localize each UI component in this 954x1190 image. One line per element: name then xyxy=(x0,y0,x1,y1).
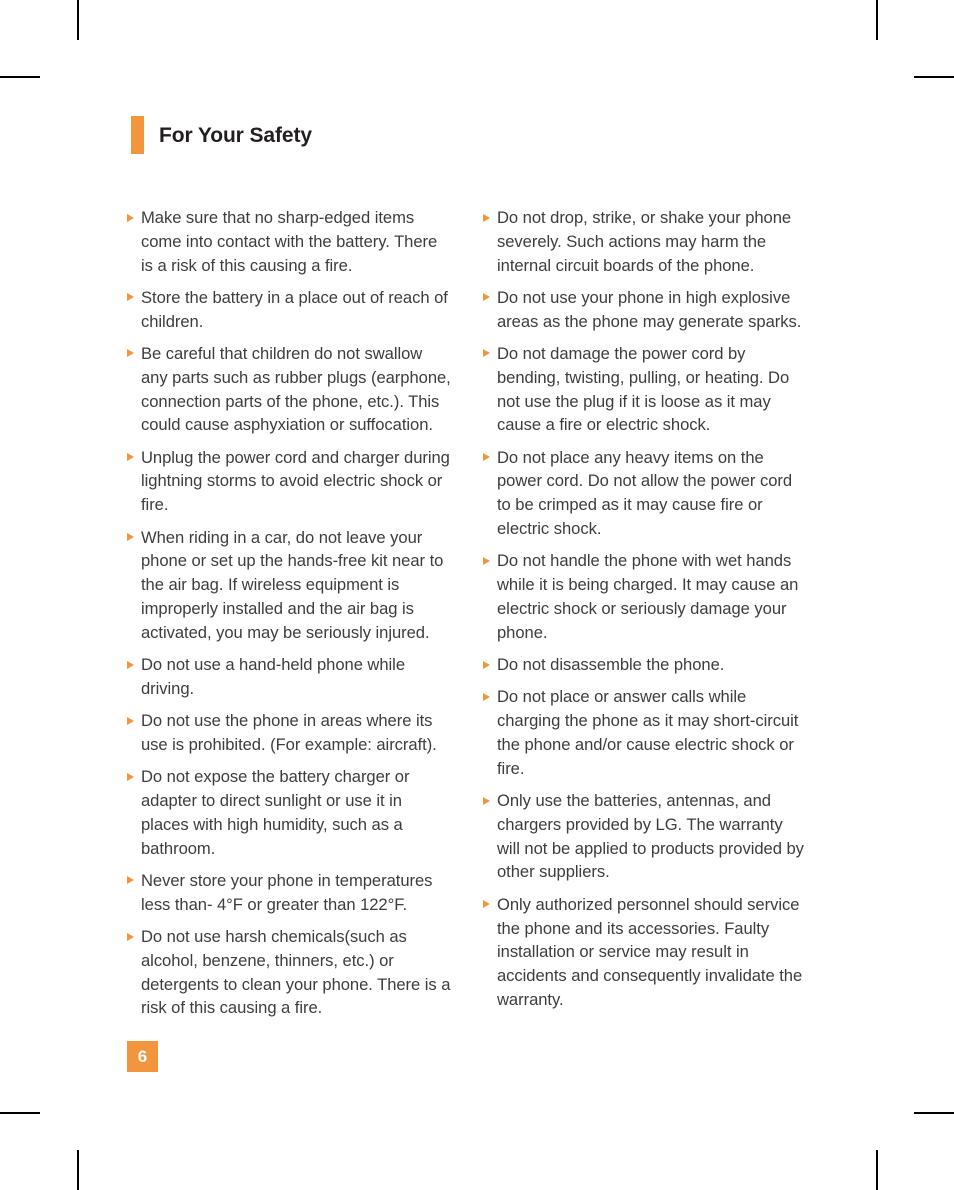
triangle-bullet-icon xyxy=(127,660,134,669)
safety-bullet-item: When riding in a car, do not leave your … xyxy=(127,526,453,645)
safety-bullet-item: Do not handle the phone with wet hands w… xyxy=(483,549,809,644)
safety-bullet-item: Do not drop, strike, or shake your phone… xyxy=(483,206,809,277)
triangle-bullet-icon xyxy=(127,349,134,358)
section-heading: For Your Safety xyxy=(131,112,312,158)
safety-bullet-text: Do not place any heavy items on the powe… xyxy=(497,447,793,539)
safety-bullet-text: Do not damage the power cord by bending,… xyxy=(497,343,790,435)
safety-bullet-text: Do not use a hand-held phone while drivi… xyxy=(141,655,405,698)
triangle-bullet-icon xyxy=(127,932,134,941)
safety-bullet-item: Unplug the power cord and charger during… xyxy=(127,446,453,517)
page-title: For Your Safety xyxy=(159,123,312,147)
safety-bullet-item: Do not use harsh chemicals(such as alcoh… xyxy=(127,925,453,1020)
safety-bullet-item: Be careful that children do not swallow … xyxy=(127,342,453,437)
triangle-bullet-icon xyxy=(127,876,134,885)
heading-accent-bar-icon xyxy=(131,116,144,154)
safety-bullet-text: Only use the batteries, antennas, and ch… xyxy=(497,791,804,882)
safety-bullet-text: Do not disassemble the phone. xyxy=(497,655,725,675)
safety-bullet-item: Do not place or answer calls while charg… xyxy=(483,685,809,780)
crop-mark-top-left-horizontal xyxy=(0,76,40,78)
safety-list-columns: Make sure that no sharp-edged items come… xyxy=(127,206,810,1020)
safety-bullet-text: Do not use the phone in areas where its … xyxy=(141,711,437,754)
safety-bullet-item: Store the battery in a place out of reac… xyxy=(127,286,453,334)
triangle-bullet-icon xyxy=(483,213,490,222)
right-column: Do not drop, strike, or shake your phone… xyxy=(483,206,809,1020)
crop-mark-bottom-left-vertical xyxy=(77,1150,79,1190)
safety-bullet-item: Do not place any heavy items on the powe… xyxy=(483,446,809,541)
safety-bullet-item: Only use the batteries, antennas, and ch… xyxy=(483,789,809,884)
left-column: Make sure that no sharp-edged items come… xyxy=(127,206,453,1020)
safety-bullet-text: Do not handle the phone with wet hands w… xyxy=(497,551,799,642)
page-number-badge: 6 xyxy=(127,1041,158,1072)
safety-bullet-text: When riding in a car, do not leave your … xyxy=(141,527,444,642)
triangle-bullet-icon xyxy=(483,556,490,565)
safety-bullet-text: Be careful that children do not swallow … xyxy=(141,343,451,435)
safety-bullet-item: Do not use your phone in high explosive … xyxy=(483,286,809,334)
triangle-bullet-icon xyxy=(483,900,490,909)
safety-bullet-item: Make sure that no sharp-edged items come… xyxy=(127,206,453,277)
safety-bullet-item: Do not use a hand-held phone while drivi… xyxy=(127,653,453,701)
safety-bullet-text: Do not expose the battery charger or ada… xyxy=(141,767,410,858)
safety-bullet-text: Store the battery in a place out of reac… xyxy=(141,287,448,331)
safety-bullet-item: Do not expose the battery charger or ada… xyxy=(127,765,453,860)
triangle-bullet-icon xyxy=(127,533,134,542)
triangle-bullet-icon xyxy=(127,772,134,781)
triangle-bullet-icon xyxy=(127,453,134,462)
safety-bullet-text: Do not use your phone in high explosive … xyxy=(497,287,802,331)
triangle-bullet-icon xyxy=(483,293,490,302)
crop-mark-bottom-right-vertical xyxy=(876,1150,878,1190)
safety-bullet-text: Make sure that no sharp-edged items come… xyxy=(141,208,438,275)
safety-bullet-text: Unplug the power cord and charger during… xyxy=(141,447,450,515)
safety-bullet-item: Do not disassemble the phone. xyxy=(483,653,809,677)
triangle-bullet-icon xyxy=(483,660,490,669)
crop-mark-top-left-vertical xyxy=(77,0,79,40)
crop-mark-top-right-horizontal xyxy=(914,76,954,78)
safety-bullet-item: Do not use the phone in areas where its … xyxy=(127,709,453,757)
safety-bullet-text: Do not place or answer calls while charg… xyxy=(497,687,799,778)
safety-bullet-item: Never store your phone in temperatures l… xyxy=(127,869,453,917)
triangle-bullet-icon xyxy=(127,716,134,725)
triangle-bullet-icon xyxy=(483,453,490,462)
safety-bullet-item: Do not damage the power cord by bending,… xyxy=(483,342,809,437)
safety-bullet-text: Only authorized personnel should service… xyxy=(497,894,803,1009)
safety-bullet-item: Only authorized personnel should service… xyxy=(483,893,809,1012)
triangle-bullet-icon xyxy=(483,692,490,701)
triangle-bullet-icon xyxy=(483,796,490,805)
triangle-bullet-icon xyxy=(127,293,134,302)
document-page: For Your Safety Make sure that no sharp-… xyxy=(0,0,954,1190)
crop-mark-bottom-right-horizontal xyxy=(914,1112,954,1114)
triangle-bullet-icon xyxy=(127,213,134,222)
safety-bullet-text: Do not use harsh chemicals(such as alcoh… xyxy=(141,927,451,1018)
crop-mark-bottom-left-horizontal xyxy=(0,1112,40,1114)
triangle-bullet-icon xyxy=(483,349,490,358)
safety-bullet-text: Never store your phone in temperatures l… xyxy=(141,870,433,914)
crop-mark-top-right-vertical xyxy=(876,0,878,40)
safety-bullet-text: Do not drop, strike, or shake your phone… xyxy=(497,208,792,275)
